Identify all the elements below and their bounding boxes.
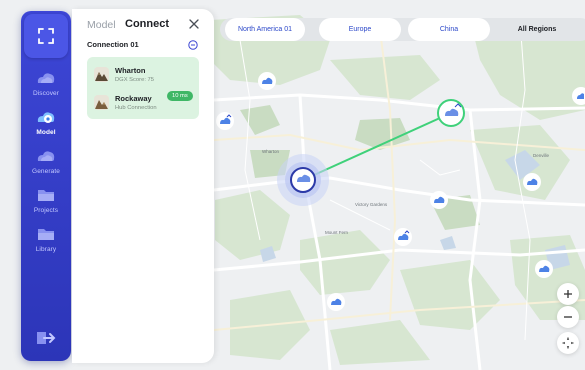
minus-icon [564,316,572,318]
tab-all-regions[interactable]: All Regions [500,18,574,41]
sidebar-item-label: Library [35,246,57,253]
sidebar-item-library[interactable]: Library [21,224,71,260]
connection-source: Wharton DGX Score: 75 [94,66,154,83]
gear-cloud-icon [37,112,55,123]
tab-europe[interactable]: Europe [319,18,401,41]
folder-icon [38,190,54,201]
crosshair-icon [562,337,574,349]
map-label: Denville [533,153,550,158]
collapse-icon[interactable] [188,40,198,50]
sidebar-item-projects[interactable]: Projects [21,185,71,221]
zoom-out-button[interactable] [557,306,579,328]
map-label: Wharton [262,149,280,154]
latency-badge: 10 ms [167,91,193,101]
cloud-icon [37,73,55,83]
map-node-icon[interactable] [257,71,277,91]
sidebar-item-label: Model [36,129,56,136]
sidebar: Discover Model Generate Projects Library [21,11,71,361]
cloud-icon [37,151,55,161]
folder-icon [38,229,54,240]
map-label: Mount Fern [325,230,349,235]
connection-title: Connection 01 [87,40,139,49]
sidebar-item-model[interactable]: Model [21,107,71,143]
map-node-icon[interactable] [393,227,413,247]
sidebar-item-generate[interactable]: Generate [21,146,71,182]
region-tabs: North America 01 Europe China All Region… [220,18,585,41]
map-node-icon[interactable] [215,111,235,131]
tab-china[interactable]: China [408,18,490,41]
logout-icon[interactable] [35,329,57,347]
connected-node-rockaway[interactable] [437,99,465,127]
avatar [94,67,109,82]
source-score: DGX Score: 75 [115,77,154,83]
selected-node-wharton[interactable] [277,154,329,206]
target-type: Hub Connection [115,105,157,111]
sidebar-item-label: Projects [33,207,59,214]
tab-connect[interactable]: Connect [125,18,169,30]
sidebar-item-label: Generate [32,168,60,175]
zoom-in-button[interactable] [557,283,579,305]
map-label: Victory Gardens [355,202,388,207]
recenter-button[interactable] [557,332,579,354]
connection-target: Rockaway Hub Connection [94,94,157,111]
avatar [94,95,109,110]
map-node-icon[interactable] [429,190,449,210]
sidebar-item-label: Discover [32,90,60,97]
tab-model[interactable]: Model [87,19,116,31]
source-name: Wharton [115,66,146,75]
map-node-icon[interactable] [534,259,554,279]
plus-icon [564,290,572,298]
map-node-icon[interactable] [571,86,585,106]
connect-panel: Model Connect Connection 01 Wharton DGX … [72,9,214,363]
target-name: Rockaway [115,94,152,103]
connection-card[interactable]: Wharton DGX Score: 75 10 ms Rockaway Hub… [87,57,199,119]
map-node-icon[interactable] [522,172,542,192]
map-node-icon[interactable] [326,292,346,312]
close-icon[interactable] [188,18,200,30]
sidebar-item-discover[interactable]: Discover [21,68,71,104]
expand-icon[interactable] [24,14,68,58]
tab-north-america-01[interactable]: North America 01 [225,18,305,41]
